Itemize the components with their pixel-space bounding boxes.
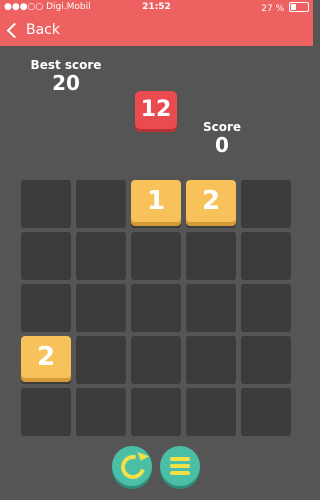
score-label: Score	[202, 120, 242, 134]
board-cell	[241, 284, 291, 332]
battery-status: 27 %	[261, 2, 309, 14]
board-cell	[76, 284, 126, 332]
menu-button[interactable]	[160, 446, 200, 486]
board-cell	[186, 388, 236, 436]
board-cell	[131, 284, 181, 332]
board-cell	[76, 180, 126, 228]
board-cell	[131, 336, 181, 384]
number-tile[interactable]: 2	[186, 180, 236, 222]
score-value: 0	[215, 133, 229, 157]
game-screen: ●●●○○ Digi.Mobil 21:52 27 % Back Best sc…	[0, 0, 313, 500]
number-tile[interactable]: 2	[21, 336, 71, 378]
board-cell	[241, 180, 291, 228]
best-score-value: 20	[52, 71, 80, 95]
best-score-label: Best score	[30, 58, 102, 72]
board-cell	[21, 284, 71, 332]
back-button[interactable]: Back	[6, 22, 60, 38]
board-cell	[241, 388, 291, 436]
menu-icon-line	[170, 464, 190, 468]
board-cell	[21, 388, 71, 436]
menu-icon-line	[170, 471, 190, 475]
board-cell	[21, 232, 71, 280]
board-cell	[131, 232, 181, 280]
back-label: Back	[26, 22, 60, 38]
board-cell	[21, 180, 71, 228]
next-tile: 12	[135, 91, 177, 129]
number-tile[interactable]: 1	[131, 180, 181, 222]
board-cell	[241, 336, 291, 384]
battery-icon	[289, 2, 309, 12]
board-cell	[76, 336, 126, 384]
board-cell	[186, 284, 236, 332]
board-cell	[241, 232, 291, 280]
status-bar: ●●●○○ Digi.Mobil 21:52 27 %	[0, 0, 313, 16]
chevron-left-icon	[6, 22, 23, 38]
board-cell	[76, 388, 126, 436]
battery-label: 27 %	[261, 4, 285, 14]
board-cell	[76, 232, 126, 280]
header-bar: ●●●○○ Digi.Mobil 21:52 27 % Back	[0, 0, 313, 46]
menu-icon	[170, 457, 190, 461]
board-cell	[186, 336, 236, 384]
restart-button[interactable]	[112, 446, 152, 486]
board-cell	[186, 232, 236, 280]
board-cell	[131, 388, 181, 436]
